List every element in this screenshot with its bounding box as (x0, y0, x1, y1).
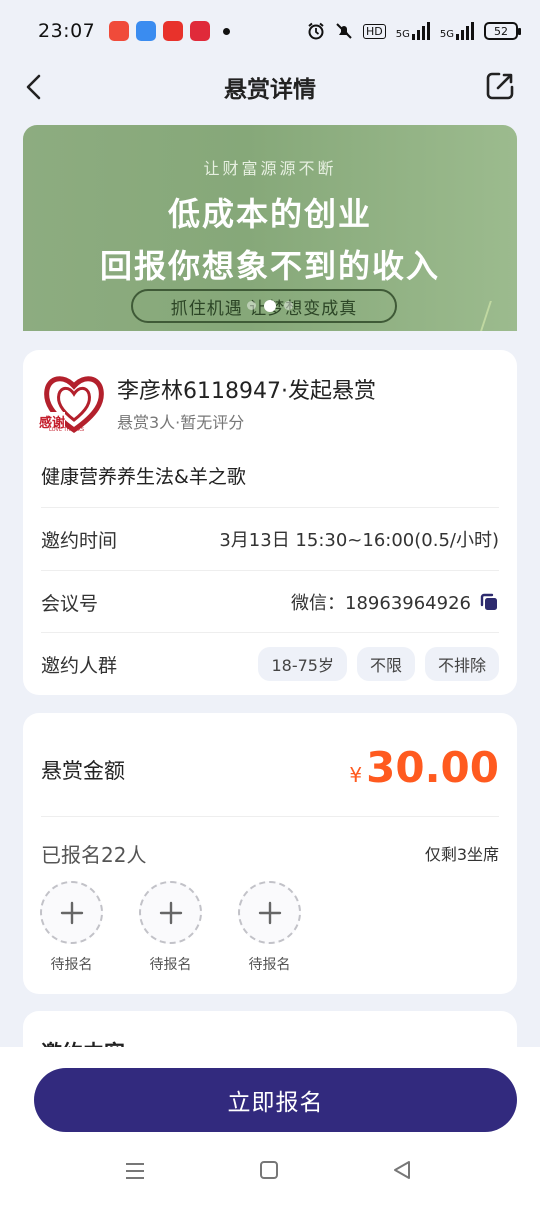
signup-slot[interactable]: 待报名 (40, 881, 103, 974)
carousel-dot (284, 301, 293, 310)
carousel-indicator (23, 300, 517, 312)
meeting-value: 微信：18963964926 (291, 593, 471, 614)
detail-value: 3月13日 15:30~16:00(0.5/小时) (219, 530, 499, 551)
more-notifications-icon (223, 27, 231, 35)
detail-label: 会议号 (41, 592, 99, 615)
carousel-dot (247, 301, 256, 310)
banner-headline: 回报你想象不到的收入 (99, 247, 440, 285)
signal-icon: 5G (396, 22, 430, 40)
battery-icon: 52 (484, 22, 521, 40)
audience-tag: 18-75岁 (258, 647, 347, 681)
system-navigation (0, 1158, 540, 1188)
banner-headline: 低成本的创业 (167, 195, 372, 233)
bounty-topic: 健康营养养生法&羊之歌 (41, 466, 246, 488)
audience-tag: 不排除 (424, 647, 499, 681)
page-title: 悬赏详情 (224, 77, 316, 103)
reward-amount: ¥ 30.00 (349, 743, 499, 792)
detail-label: 邀约人群 (41, 654, 118, 677)
alarm-icon (308, 22, 324, 40)
host-avatar: 感谢 LOVE THANKS (39, 370, 109, 436)
home-icon[interactable] (260, 1161, 278, 1179)
app-notification-icon (190, 21, 211, 41)
signup-slots: 待报名 待报名 待报名 (40, 881, 301, 974)
signal-icon: 5G (440, 22, 474, 40)
host-meta: 悬赏3人·暂无评分 (117, 413, 245, 432)
detail-row-audience: 邀约人群 18-75岁 不限 不排除 (41, 632, 499, 695)
audience-tags: 18-75岁 不限 不排除 (248, 647, 499, 681)
slot-label: 待报名 (149, 957, 192, 973)
host-name: 李彦林6118947·发起悬赏 (117, 379, 376, 404)
slot-label: 待报名 (248, 957, 291, 973)
bounty-info-card: 感谢 LOVE THANKS 李彦林6118947·发起悬赏 悬赏3人·暂无评分… (23, 350, 517, 695)
recent-apps-icon[interactable] (125, 1162, 145, 1180)
banner-subtitle: 让财富源源不断 (203, 159, 337, 178)
signed-count: 已报名22人 (41, 843, 147, 867)
status-time: 23:07 (38, 20, 96, 42)
nav-header: 悬赏详情 (0, 62, 540, 112)
plus-icon (40, 881, 103, 944)
bottom-bar: 立即报名 (0, 1047, 540, 1206)
carousel-dot-active (264, 300, 276, 312)
host-logo-subtext: LOVE THANKS (49, 427, 85, 433)
signup-slot[interactable]: 待报名 (238, 881, 301, 974)
chevron-left-icon[interactable] (20, 70, 50, 104)
app-notification-icon (163, 21, 184, 41)
app-notification-icon (109, 21, 130, 41)
back-triangle-icon[interactable] (392, 1160, 412, 1180)
reward-card: 悬赏金额 ¥ 30.00 已报名22人 仅剩3坐席 待报名 待报名 待报名 (23, 713, 517, 994)
audience-tag: 不限 (356, 647, 415, 681)
reward-label: 悬赏金额 (41, 759, 125, 783)
app-notification-icon (136, 21, 157, 41)
meeting-id: 微信：18963964926 (291, 589, 499, 615)
signup-slot[interactable]: 待报名 (139, 881, 202, 974)
hd-badge: HD (363, 23, 386, 39)
plus-icon (139, 881, 202, 944)
currency-symbol: ¥ (349, 763, 363, 787)
remaining-seats: 仅剩3坐席 (424, 845, 499, 864)
edit-icon[interactable] (484, 70, 516, 102)
detail-label: 邀约时间 (41, 529, 118, 552)
promo-banner[interactable]: 让财富源源不断 低成本的创业 回报你想象不到的收入 抓住机遇 让梦想变成真 (23, 125, 517, 331)
copy-icon[interactable] (479, 592, 499, 612)
slot-label: 待报名 (50, 957, 93, 973)
plus-icon (238, 881, 301, 944)
signup-button[interactable]: 立即报名 (34, 1068, 517, 1132)
detail-row-meeting: 会议号 微信：18963964926 (41, 570, 499, 633)
reward-value: 30.00 (366, 743, 499, 792)
detail-row-time: 邀约时间 3月13日 15:30~16:00(0.5/小时) (41, 507, 499, 570)
host-info[interactable]: 感谢 LOVE THANKS 李彦林6118947·发起悬赏 悬赏3人·暂无评分 (39, 370, 376, 436)
mute-icon (336, 23, 352, 39)
divider (41, 816, 499, 817)
status-bar: 23:07 HD 5G 5G 52 (0, 0, 540, 62)
